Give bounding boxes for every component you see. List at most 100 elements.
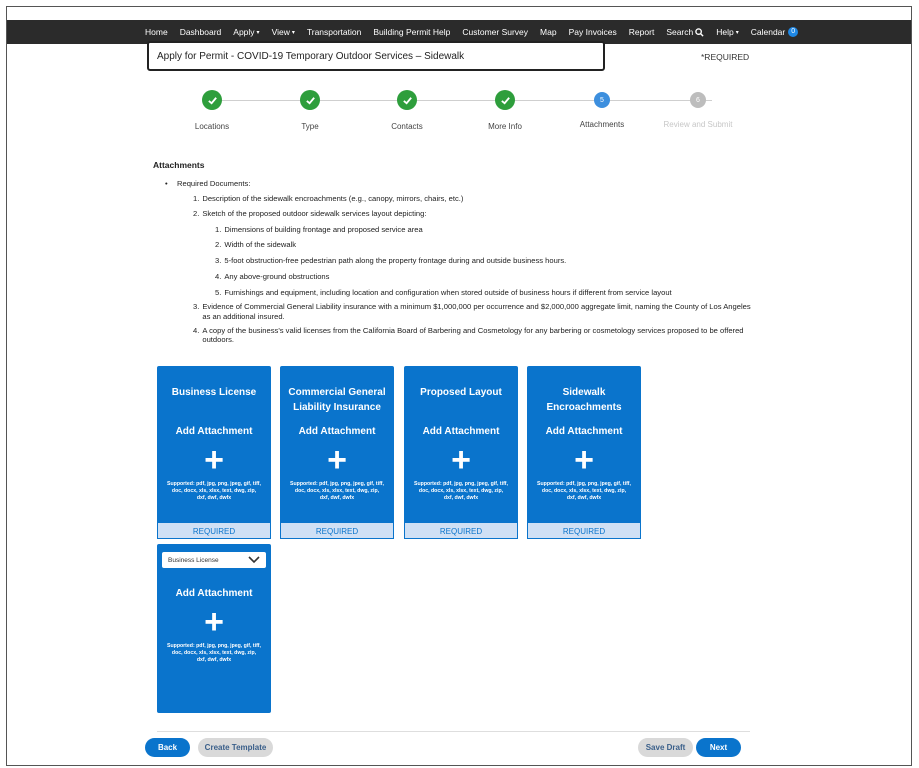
plus-icon: + xyxy=(451,441,471,479)
footer-divider xyxy=(157,731,750,732)
item-text: Sketch of the proposed outdoor sidewalk … xyxy=(202,208,427,218)
nav-apply[interactable]: Apply ▾ xyxy=(233,27,259,37)
list-item: 4. Any above-ground obstructions xyxy=(165,272,755,282)
step-label: More Info xyxy=(488,122,522,131)
supported-formats: Supported: pdf, jpg, png, jpeg, gif, tif… xyxy=(167,643,261,663)
add-attachment-label: Add Attachment xyxy=(175,426,253,437)
bullet-text: Required Documents: xyxy=(177,179,251,188)
required-documents-list: • Required Documents: 1. Description of th… xyxy=(165,179,755,345)
check-icon xyxy=(397,90,417,110)
item-number: 5. xyxy=(215,288,222,298)
upload-card-commercial-general-liability-insurance[interactable]: Commercial General Liability Insurance A… xyxy=(280,366,394,539)
plus-icon: + xyxy=(327,441,347,479)
nav-map[interactable]: Map xyxy=(540,27,557,37)
step-label: Type xyxy=(301,122,319,131)
progress-stepper: Locations Type Contacts More Info 5 Atta… xyxy=(157,89,757,139)
supported-formats: Supported: pdf, jpg, png, jpeg, gif, tif… xyxy=(537,481,631,501)
upload-card-business-license[interactable]: Business License Add Attachment + Suppor… xyxy=(157,366,271,539)
step-label: Locations xyxy=(194,122,230,131)
check-icon xyxy=(300,90,320,110)
item-text: Any above-ground obstructions xyxy=(224,272,330,282)
required-bar: REQUIRED xyxy=(404,522,518,539)
item-text: Furnishings and equipment, including loc… xyxy=(224,288,672,298)
create-template-button[interactable]: Create Template xyxy=(198,738,273,757)
calendar-count-badge: 0 xyxy=(788,27,799,37)
item-number: 3. xyxy=(215,256,222,266)
nav-pay-invoices[interactable]: Pay Invoices xyxy=(569,27,617,37)
nav-view[interactable]: View ▾ xyxy=(272,27,295,37)
list-item: 3. Evidence of Commercial General Liabili… xyxy=(165,302,755,322)
list-item: 5. Furnishings and equipment, including l… xyxy=(165,288,755,298)
item-number: 2. xyxy=(193,208,200,218)
nav-home-label: Home xyxy=(145,27,168,37)
upload-card-additional[interactable]: Business License Add Attachment + Suppor… xyxy=(157,544,271,713)
item-text: Dimensions of building frontage and prop… xyxy=(224,224,423,234)
plus-icon: + xyxy=(574,441,594,479)
add-attachment-label: Add Attachment xyxy=(298,426,376,437)
nav-transportation[interactable]: Transportation xyxy=(307,27,362,37)
step-label: Attachments xyxy=(579,120,625,129)
nav-customer-survey[interactable]: Customer Survey xyxy=(462,27,528,37)
nav-help[interactable]: Help ▾ xyxy=(716,27,739,37)
card-title: Commercial General Liability Insurance xyxy=(288,387,386,413)
list-item: • Required Documents: xyxy=(165,179,755,189)
nav-search[interactable]: Search xyxy=(666,27,704,37)
step-locations[interactable]: Locations xyxy=(157,89,267,131)
list-item: 2. Sketch of the proposed outdoor sidewal… xyxy=(165,209,755,219)
nav-apply-label: Apply xyxy=(233,27,255,37)
upload-card-sidewalk-encroachments[interactable]: Sidewalk Encroachments Add Attachment + … xyxy=(527,366,641,539)
nav-report-label: Report xyxy=(628,27,655,37)
required-bar: REQUIRED xyxy=(280,522,394,539)
nav-pay-invoices-label: Pay Invoices xyxy=(568,27,617,37)
nav-calendar-label: Calendar xyxy=(750,27,786,37)
bullet-icon: • xyxy=(165,179,168,188)
card-title: Proposed Layout xyxy=(420,387,502,398)
supported-formats: Supported: pdf, jpg, png, jpeg, gif, tif… xyxy=(290,481,384,501)
upload-card-proposed-layout[interactable]: Proposed Layout Add Attachment + Support… xyxy=(404,366,518,539)
caret-down-icon: ▾ xyxy=(735,29,739,36)
step-contacts[interactable]: Contacts xyxy=(352,89,462,131)
nav-dashboard-label: Dashboard xyxy=(179,27,222,37)
item-text: Description of the sidewalk encroachment… xyxy=(202,193,464,203)
plus-icon: + xyxy=(204,603,224,641)
item-number: 2. xyxy=(215,240,222,250)
nav-building-permit-help[interactable]: Building Permit Help xyxy=(373,27,450,37)
item-text: A copy of the business's valid licenses … xyxy=(202,325,744,345)
card-title: Sidewalk Encroachments xyxy=(546,387,622,413)
nav-help-label: Help xyxy=(716,27,734,37)
step-label: Review and Submit xyxy=(663,120,733,129)
caret-down-icon: ▾ xyxy=(291,29,295,36)
step-more-info[interactable]: More Info xyxy=(450,89,560,131)
document-type-select[interactable]: Business License xyxy=(162,552,266,568)
item-number: 1. xyxy=(215,224,222,234)
chevron-down-icon xyxy=(248,556,260,564)
nav-customer-survey-label: Customer Survey xyxy=(462,27,529,37)
item-text: Width of the sidewalk xyxy=(224,240,297,250)
save-draft-button[interactable]: Save Draft xyxy=(638,738,693,757)
step-type[interactable]: Type xyxy=(255,89,365,131)
item-text: 5-foot obstruction-free pedestrian path … xyxy=(224,256,567,266)
step-attachments[interactable]: 5 Attachments xyxy=(547,89,657,129)
step-label: Contacts xyxy=(391,122,423,131)
item-number: 1. xyxy=(193,193,200,203)
back-button[interactable]: Back xyxy=(145,738,190,757)
caret-down-icon: ▾ xyxy=(256,29,260,36)
nav-report[interactable]: Report xyxy=(629,27,655,37)
step-number-badge: 5 xyxy=(594,92,610,108)
check-icon xyxy=(202,90,222,110)
item-text: Evidence of Commercial General Liability… xyxy=(202,301,751,321)
supported-formats: Supported: pdf, jpg, png, jpeg, gif, tif… xyxy=(414,481,508,501)
nav-dashboard[interactable]: Dashboard xyxy=(180,27,222,37)
next-button[interactable]: Next xyxy=(696,738,741,757)
nav-view-label: View xyxy=(271,27,290,37)
supported-formats: Supported: pdf, jpg, png, jpeg, gif, tif… xyxy=(167,481,261,501)
nav-calendar[interactable]: Calendar 0 xyxy=(751,27,799,37)
browser-frame: Home Dashboard Apply ▾ View ▾ Transportati… xyxy=(6,6,912,766)
page-title: Apply for Permit - COVID-19 Temporary Ou… xyxy=(147,41,605,71)
step-number-badge: 6 xyxy=(690,92,706,108)
check-icon xyxy=(495,90,515,110)
add-attachment-label: Add Attachment xyxy=(545,426,623,437)
required-bar: REQUIRED xyxy=(527,522,641,539)
item-number: 3. xyxy=(193,301,200,311)
nav-home[interactable]: Home xyxy=(145,27,168,37)
